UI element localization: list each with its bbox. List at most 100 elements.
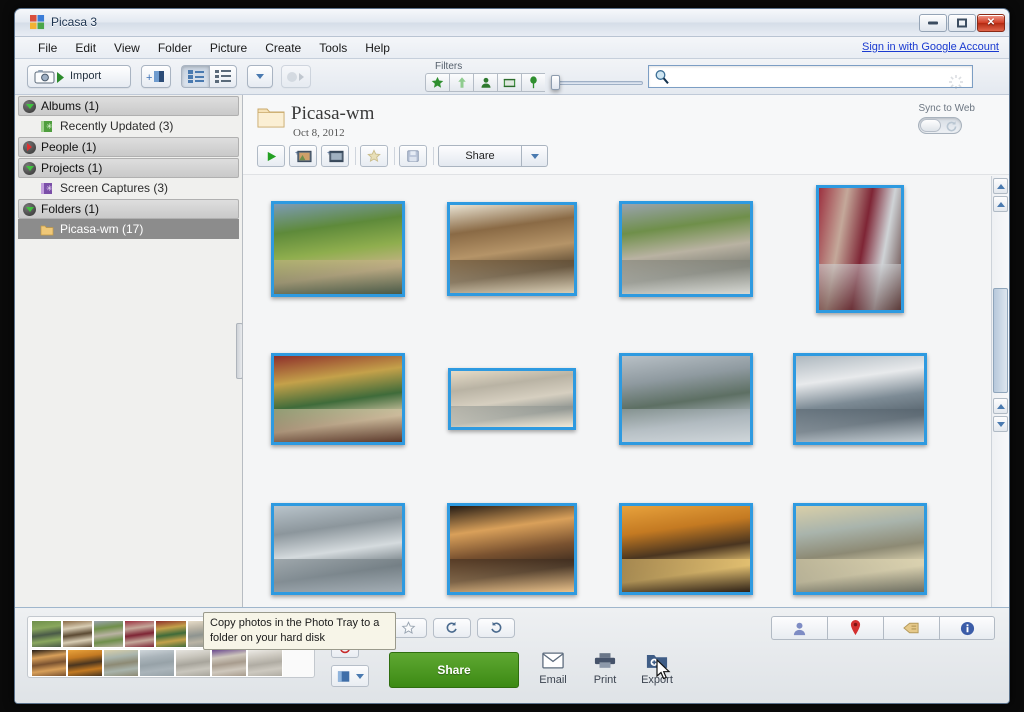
sign-in-link[interactable]: Sign in with Google Account (862, 41, 999, 53)
share-big-button[interactable]: Share (389, 652, 519, 688)
photo-cell[interactable] (773, 494, 947, 604)
upload-filter-icon[interactable] (449, 73, 473, 92)
sunset-silhouette-photo[interactable] (447, 503, 577, 595)
expand-triangle-right-icon[interactable] (23, 140, 36, 154)
sidebar-splitter-handle[interactable] (236, 323, 242, 379)
people-panel-icon[interactable] (771, 616, 827, 640)
menu-help[interactable]: Help (356, 39, 399, 57)
add-to-album-button[interactable] (331, 665, 369, 687)
photo-cell[interactable] (425, 494, 599, 604)
photo-cell[interactable] (425, 344, 599, 454)
tray-thumb-hall[interactable] (211, 649, 247, 677)
rotate-right-button[interactable] (477, 618, 515, 638)
new-album-button[interactable]: + (141, 65, 171, 88)
close-button[interactable]: ✕ (977, 14, 1005, 32)
menu-tools[interactable]: Tools (310, 39, 356, 57)
slideshow-button[interactable] (281, 65, 311, 88)
marina-boats-photo[interactable] (793, 353, 927, 445)
scroll-top-button[interactable] (993, 178, 1008, 194)
tray-thumb-tree[interactable] (31, 620, 63, 648)
export-button[interactable]: Export (631, 652, 683, 686)
detail-view-button[interactable] (209, 65, 237, 88)
library-interior-photo[interactable] (447, 202, 577, 296)
stone-building-tree-photo[interactable] (619, 201, 753, 297)
filter-slider[interactable] (551, 73, 643, 92)
sidebar-group-projects[interactable]: Projects (1) (18, 158, 239, 178)
search-box[interactable] (648, 65, 973, 89)
pier-walkway-photo[interactable] (271, 503, 405, 595)
sidebar-item-picasa-wm[interactable]: Picasa-wm (17) (18, 219, 239, 239)
minimize-button[interactable] (919, 14, 947, 32)
photo-cell[interactable] (251, 194, 425, 304)
lake-shoreline-photo[interactable] (619, 353, 753, 445)
people-filter-icon[interactable] (473, 73, 497, 92)
expand-triangle-down-icon[interactable] (23, 202, 36, 216)
search-input[interactable] (675, 69, 965, 85)
info-panel-icon[interactable] (939, 616, 995, 640)
menu-edit[interactable]: Edit (66, 39, 105, 57)
photo-cell[interactable] (599, 494, 773, 604)
view-options-dropdown[interactable] (247, 65, 273, 88)
slider-thumb[interactable] (551, 75, 560, 90)
share-dropdown-button[interactable] (522, 145, 548, 167)
photo-cell[interactable] (599, 344, 773, 454)
add-photo-button[interactable]: + (289, 145, 317, 167)
star-filter-icon[interactable] (425, 73, 449, 92)
photo-cell[interactable] (773, 185, 947, 313)
rotate-left-button[interactable] (433, 618, 471, 638)
places-panel-icon[interactable] (827, 616, 883, 640)
menu-folder[interactable]: Folder (149, 39, 201, 57)
scroll-up-button[interactable] (993, 196, 1008, 212)
print-button[interactable]: Print (579, 652, 631, 686)
email-button[interactable]: Email (527, 652, 579, 686)
tray-thumb-office[interactable] (175, 649, 211, 677)
photo-cell[interactable] (599, 194, 773, 304)
tray-thumb-dusk[interactable] (103, 649, 139, 677)
tags-panel-icon[interactable] (883, 616, 939, 640)
tray-thumb-sunset-marina[interactable] (67, 649, 103, 677)
tray-thumb-fog[interactable] (139, 649, 175, 677)
menu-view[interactable]: View (105, 39, 149, 57)
photo-cell[interactable] (251, 344, 425, 454)
add-video-button[interactable]: + (321, 145, 349, 167)
tray-thumb-desk[interactable] (155, 620, 187, 648)
tree-quad-photo[interactable] (271, 201, 405, 297)
tray-thumb-room[interactable] (247, 649, 283, 677)
sidebar-item-screen-captures[interactable]: ✳ Screen Captures (3) (18, 178, 239, 198)
menu-picture[interactable]: Picture (201, 39, 256, 57)
sidebar-group-folders[interactable]: Folders (1) (18, 199, 239, 219)
ivy-building-photo[interactable] (816, 185, 904, 313)
geotag-filter-icon[interactable] (521, 73, 545, 92)
sidebar-group-people[interactable]: People (1) (18, 137, 239, 157)
tray-thumb-ivy[interactable] (124, 620, 156, 648)
expand-triangle-down-icon[interactable] (23, 99, 36, 113)
star-button[interactable] (360, 145, 388, 167)
menu-create[interactable]: Create (256, 39, 310, 57)
sidebar-item-recently-updated[interactable]: ✳ Recently Updated (3) (18, 116, 239, 136)
red-interior-desk-photo[interactable] (271, 353, 405, 445)
harbor-calm-photo[interactable] (448, 368, 576, 430)
sunset-marina-photo[interactable] (619, 503, 753, 595)
import-button[interactable]: Import (27, 65, 131, 88)
sidebar-group-albums[interactable]: Albums (1) (18, 96, 239, 116)
scroll-page-down-button[interactable] (993, 416, 1008, 432)
tray-thumb-building[interactable] (93, 620, 125, 648)
waterfront-dusk-photo[interactable] (793, 503, 927, 595)
video-filter-icon[interactable] (497, 73, 521, 92)
photo-cell[interactable] (425, 194, 599, 304)
expand-triangle-down-icon[interactable] (23, 161, 36, 175)
sync-toggle[interactable] (918, 117, 963, 134)
scroll-page-up-button[interactable] (993, 398, 1008, 414)
slideshow-play-button[interactable] (257, 145, 285, 167)
tray-thumb-library[interactable] (62, 620, 94, 648)
photo-cell[interactable] (773, 344, 947, 454)
photo-cell[interactable] (251, 494, 425, 604)
share-button[interactable]: Share (438, 145, 522, 167)
menu-file[interactable]: File (29, 39, 66, 57)
maximize-button[interactable] (948, 14, 976, 32)
scrollbar-thumb[interactable] (993, 288, 1008, 393)
save-button[interactable] (399, 145, 427, 167)
slider-track (551, 81, 643, 85)
thumbnail-view-button[interactable] (181, 65, 209, 88)
tray-thumb-sunset[interactable] (31, 649, 67, 677)
